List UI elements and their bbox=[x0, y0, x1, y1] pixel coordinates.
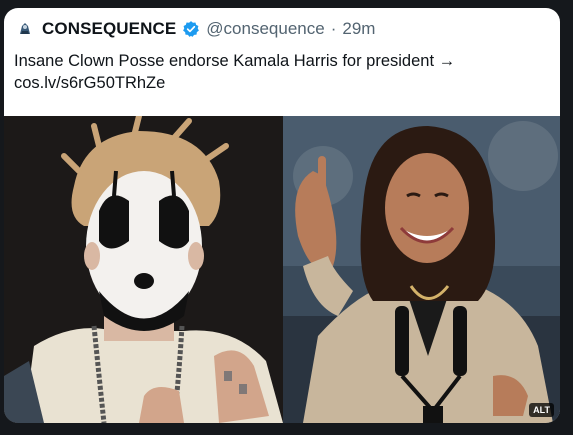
handle[interactable]: @consequence bbox=[206, 19, 324, 39]
media-grid: ALT bbox=[4, 116, 560, 423]
media-image-left[interactable] bbox=[4, 116, 283, 423]
tweet-text-line: Insane Clown Posse endorse Kamala Harris… bbox=[14, 52, 456, 70]
verified-badge-icon bbox=[183, 21, 200, 37]
avatar[interactable] bbox=[14, 18, 36, 40]
alt-text-button[interactable]: ALT bbox=[529, 403, 554, 417]
tweet-header: CONSEQUENCE @consequence · 29m bbox=[14, 18, 375, 40]
tweet-link[interactable]: cos.lv/s6rG50TRhZe bbox=[14, 72, 544, 94]
media-image-right[interactable]: ALT bbox=[283, 116, 560, 423]
speaker-photo bbox=[283, 116, 560, 423]
display-name[interactable]: CONSEQUENCE bbox=[42, 19, 176, 39]
quoted-tweet-card[interactable]: CONSEQUENCE @consequence · 29m Insane Cl… bbox=[4, 8, 560, 423]
separator-dot: · bbox=[330, 19, 337, 38]
clown-photo bbox=[4, 116, 283, 423]
consequence-logo-icon bbox=[16, 20, 34, 38]
app-frame: CONSEQUENCE @consequence · 29m Insane Cl… bbox=[0, 0, 573, 435]
tweet-text: Insane Clown Posse endorse Kamala Harris… bbox=[14, 50, 544, 94]
timestamp[interactable]: 29m bbox=[342, 19, 375, 39]
